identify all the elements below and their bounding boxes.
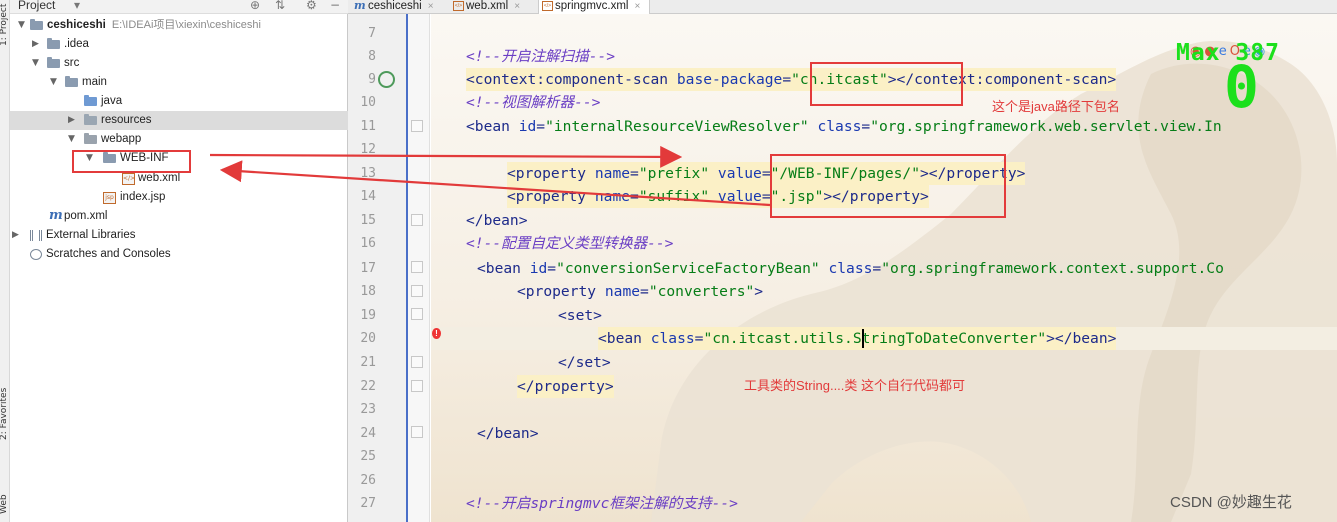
watermark: CSDN @妙趣生花 xyxy=(1170,494,1292,511)
annotation-arrows xyxy=(209,145,771,207)
arrow-to-webinf xyxy=(219,160,771,207)
arrow-to-prefix xyxy=(209,145,683,168)
fps-counter: 0 xyxy=(1224,53,1259,121)
